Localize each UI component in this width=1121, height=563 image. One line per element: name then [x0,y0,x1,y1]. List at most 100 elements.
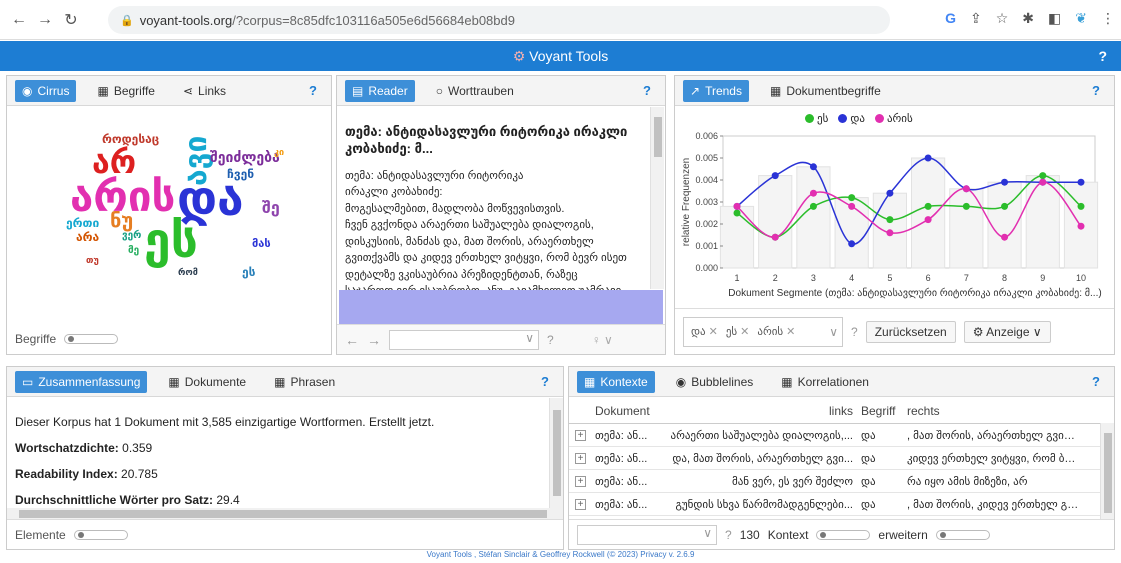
cloud-word[interactable]: ნუ [110,211,133,231]
table-row[interactable]: + თემა: ან... გუნდის სხვა წარმომადგენლები.… [569,493,1114,516]
extension-leaf-icon[interactable]: ❦ [1075,10,1087,27]
column-header[interactable]: rechts [903,404,1083,418]
reader-scrollbar[interactable] [650,107,664,289]
expand-slider[interactable] [935,529,990,540]
expand-row-icon[interactable]: + [575,452,586,464]
elements-slider[interactable] [73,529,128,540]
tab-kontexte[interactable]: ▦ Kontexte [577,370,655,393]
url-host: voyant-tools.org [139,12,233,28]
table-icon: ▦ [97,83,109,98]
legend-item[interactable]: და [838,112,865,125]
reload-icon[interactable]: ↻ [58,10,84,30]
tab-zusammenfassung[interactable]: ▭ Zusammenfassung [15,370,148,393]
tab-dokumentbegriffe[interactable]: ▦ Dokumentbegriffe [763,80,888,102]
reader-progress-bar[interactable] [339,290,663,324]
app-help-button[interactable]: ? [1098,41,1107,71]
cell-term: და [861,429,876,442]
row-expander[interactable]: + [569,475,591,487]
filter-tag[interactable]: არის ✕ [754,324,798,339]
forward-icon[interactable]: → [32,11,58,29]
cloud-word[interactable]: ეს [144,218,198,266]
column-header[interactable]: links [657,404,857,418]
reader-footer-help[interactable]: ? [547,333,554,347]
table-row[interactable]: + თემა: ან... მან ვერ, ეს ვერ შეძლო და რა იყ… [569,470,1114,493]
cloud-word[interactable]: კი [274,148,284,157]
trends-help-button[interactable]: ? [1092,83,1100,98]
menu-icon[interactable]: ⋮ [1101,10,1115,27]
summary-icon: ▭ [22,374,34,389]
next-arrow-icon[interactable]: → [367,332,381,348]
cloud-word[interactable]: რომ [178,268,198,277]
trends-footer-help[interactable]: ? [851,325,858,339]
reader-header: ▤ Reader ○ Worttrauben ? [337,76,665,106]
cloud-word[interactable]: ეს [242,266,255,278]
cloud-word[interactable]: არა [76,231,99,243]
cloud-word[interactable]: როდესაც [102,133,159,145]
contexts-footer-help[interactable]: ? [725,528,732,542]
legend-item[interactable]: არის [874,112,913,125]
tab-links[interactable]: ⋖ Links [176,80,233,102]
document-select[interactable]: ∨ [577,524,717,545]
cloud-word[interactable]: ერთი [66,217,99,229]
share-icon[interactable]: ⇪ [970,10,982,27]
terms-slider[interactable] [64,334,119,344]
contexts-scrollbar[interactable] [1100,423,1114,519]
cloud-word[interactable]: თუ [86,256,99,265]
row-expander[interactable]: + [569,429,591,441]
summary-scrollbar[interactable] [549,398,563,508]
tab-begriffe[interactable]: ▦ Begriffe [90,80,161,102]
term-filter[interactable]: და ✕ ეს ✕ არის ✕ ∨ [683,316,843,347]
expand-row-icon[interactable]: + [575,475,586,487]
row-expander[interactable]: + [569,452,591,464]
reader-help-button[interactable]: ? [643,83,651,98]
document-select[interactable]: ∨ [389,329,539,350]
column-header[interactable]: Dokument [591,404,657,418]
context-slider[interactable] [816,529,871,540]
tab-bubblelines[interactable]: ◉ Bubblelines [669,371,761,393]
legend-item[interactable]: ეს [805,112,828,125]
tab-dokumente[interactable]: ▦ Dokumente [161,371,253,393]
cirrus-help-button[interactable]: ? [309,83,317,98]
display-button[interactable]: ⚙ Anzeige ∨ [963,320,1051,343]
lightbulb-icon[interactable]: ♀ ∨ [592,333,613,347]
reset-button[interactable]: Zurücksetzen [865,320,956,343]
footer-credits[interactable]: Voyant Tools , Stéfan Sinclair & Geoffre… [0,550,1121,563]
expand-row-icon[interactable]: + [575,429,586,441]
chevron-down-icon[interactable]: ∨ [829,325,838,339]
tab-korrelationen[interactable]: ▦ Korrelationen [774,371,876,393]
expand-row-icon[interactable]: + [575,498,586,510]
cloud-word[interactable]: შე [262,201,280,217]
table-row[interactable]: + თემა: ან... არაერთი საშუალება დიალოგის,.… [569,424,1114,447]
cloud-word[interactable]: მას [252,239,271,250]
google-icon[interactable]: G [945,10,956,27]
cloud-word[interactable]: ავი [180,136,213,186]
summary-help-button[interactable]: ? [541,374,549,389]
extensions-icon[interactable]: ✱ [1022,10,1034,27]
tab-zusammenfassung-label: Zusammenfassung [38,374,141,389]
prev-arrow-icon[interactable]: ← [345,332,359,348]
column-header[interactable]: Begriff [857,404,903,418]
back-icon[interactable]: ← [6,11,32,29]
row-expander[interactable]: + [569,498,591,510]
cloud-word[interactable]: ჩვენ [227,168,254,180]
contexts-footer: ∨ ? 130 Kontext erweitern [569,519,1114,549]
contexts-help-button[interactable]: ? [1092,374,1100,389]
address-bar[interactable]: 🔒 voyant-tools.org/?corpus=8c85dfc103116… [108,6,890,34]
cloud-word[interactable]: არ [92,146,136,178]
series-point [1077,178,1085,186]
tab-phrasen[interactable]: ▦ Phrasen [267,371,342,393]
cloud-word[interactable]: მე [128,246,139,256]
sidepanel-icon[interactable]: ◧ [1048,10,1061,27]
tab-cirrus[interactable]: ◉ Cirrus [15,79,77,102]
y-tick-label: 0.000 [695,263,718,273]
tab-reader[interactable]: ▤ Reader [345,79,415,102]
trends-chart: 0.000 0.001 0.002 0.003 0.004 0.005 0.006 1 2 3 4 5… [681,131,1102,299]
bookmark-star-icon[interactable]: ☆ [996,10,1009,27]
filter-tag[interactable]: და ✕ [688,324,721,339]
cloud-word[interactable]: ვერ [122,231,141,241]
tab-trends[interactable]: ↗ Trends [683,79,749,102]
filter-tag[interactable]: ეს ✕ [723,324,753,339]
cloud-word[interactable]: შეიძლება [210,150,280,164]
tab-worttrauben[interactable]: ○ Worttrauben [429,80,521,102]
table-row[interactable]: + თემა: ან... და, მათ შორის, არაერთხელ გვი… [569,447,1114,470]
